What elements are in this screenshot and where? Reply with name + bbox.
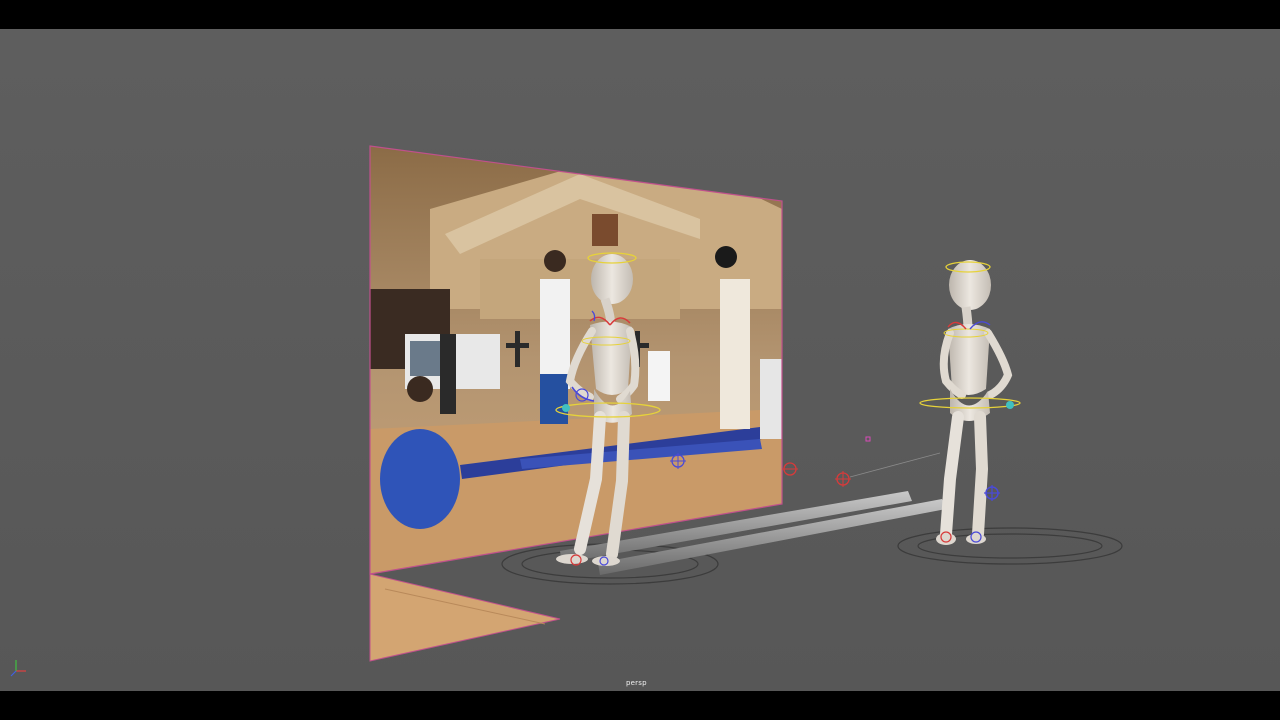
3d-viewport[interactable]: persp [0,29,1280,691]
scene-canvas[interactable] [0,29,1280,691]
letterbox-bottom [0,691,1280,720]
camera-name-label: persp [626,679,647,687]
xyz-axis-icon [10,660,26,677]
letterbox-top [0,0,1280,29]
